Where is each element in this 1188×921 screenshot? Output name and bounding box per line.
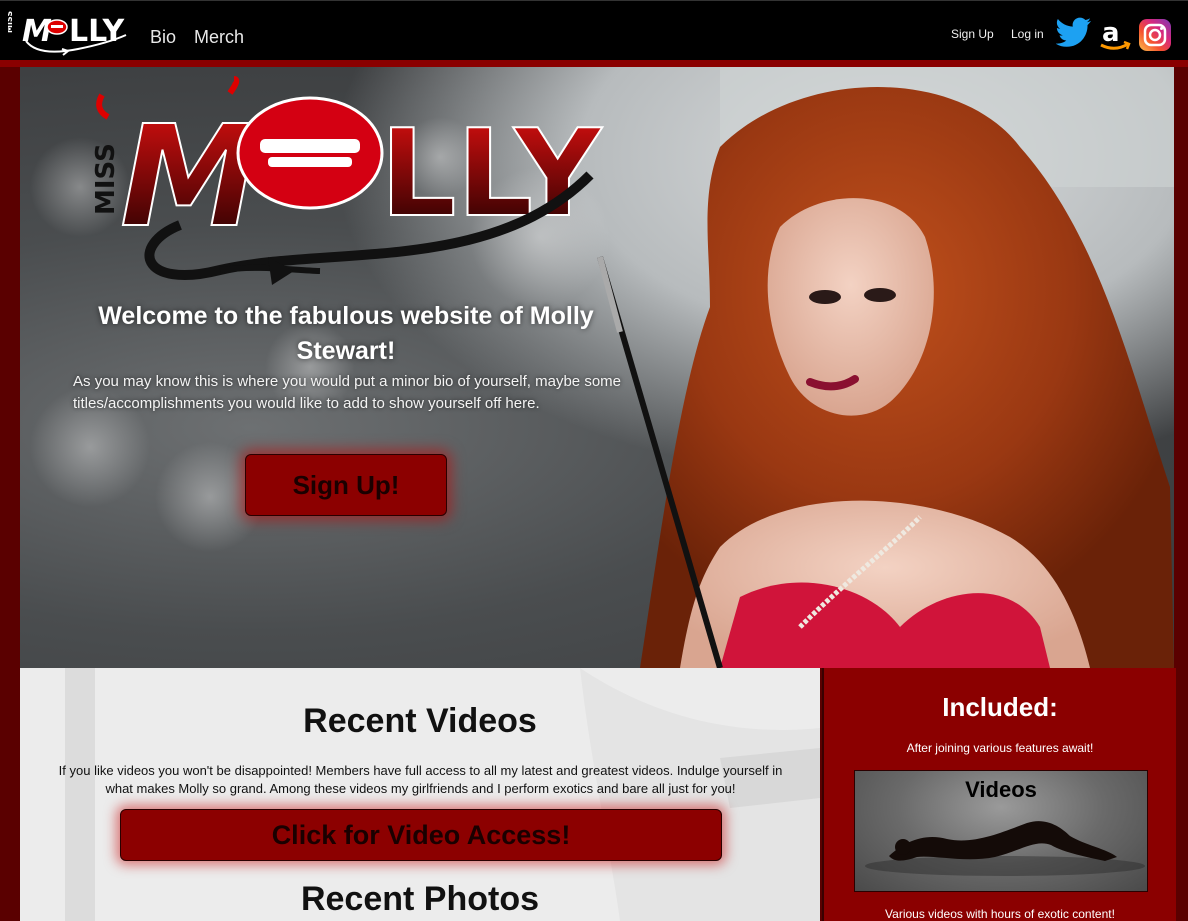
hero-title: Welcome to the fabulous website of Molly… xyxy=(98,302,594,365)
included-title: Included: xyxy=(942,692,1058,722)
video-access-button[interactable]: Click for Video Access! xyxy=(120,809,722,861)
included-panel: Included: After joining various features… xyxy=(822,668,1176,921)
amazon-icon[interactable]: a xyxy=(1098,19,1132,53)
signup-link[interactable]: Sign Up xyxy=(951,27,994,41)
twitter-icon[interactable] xyxy=(1056,17,1092,49)
recent-section: Recent Videos If you like videos you won… xyxy=(20,668,820,921)
nav-merch-link[interactable]: Merch xyxy=(194,27,244,48)
svg-text:LLY: LLY xyxy=(380,105,603,244)
recent-photos-title: Recent Photos xyxy=(300,880,540,918)
login-link[interactable]: Log in xyxy=(1011,27,1044,41)
videos-feature-card[interactable]: Videos xyxy=(854,770,1148,892)
videos-feature-title: Videos xyxy=(965,777,1037,802)
top-nav: MISS M LLY Bio Merch Sign Up Log in a xyxy=(0,0,1188,61)
svg-text:M: M xyxy=(22,14,52,49)
nav-bio-link[interactable]: Bio xyxy=(150,27,176,48)
svg-text:M: M xyxy=(120,96,259,259)
hero-signup-button[interactable]: Sign Up! xyxy=(245,454,447,516)
instagram-icon[interactable] xyxy=(1138,18,1172,52)
videos-feature-caption: Various videos with hours of exotic cont… xyxy=(885,907,1115,921)
svg-text:MISS: MISS xyxy=(91,143,121,215)
nav-divider xyxy=(0,60,1188,67)
hero-banner: MISS M LLY Welcome to the fabulous websi… xyxy=(20,67,1174,668)
hero-bio: As you may know this is where you would … xyxy=(73,373,621,412)
recent-videos-title: Recent Videos xyxy=(303,702,537,740)
svg-text:MISS: MISS xyxy=(8,11,14,33)
recent-videos-text: If you like videos you won't be disappoi… xyxy=(58,763,783,796)
site-logo[interactable]: MISS M LLY xyxy=(8,5,138,57)
hero-logo: MISS M LLY xyxy=(91,76,604,285)
included-subtitle: After joining various features await! xyxy=(906,741,1094,755)
svg-text:a: a xyxy=(1102,19,1120,48)
